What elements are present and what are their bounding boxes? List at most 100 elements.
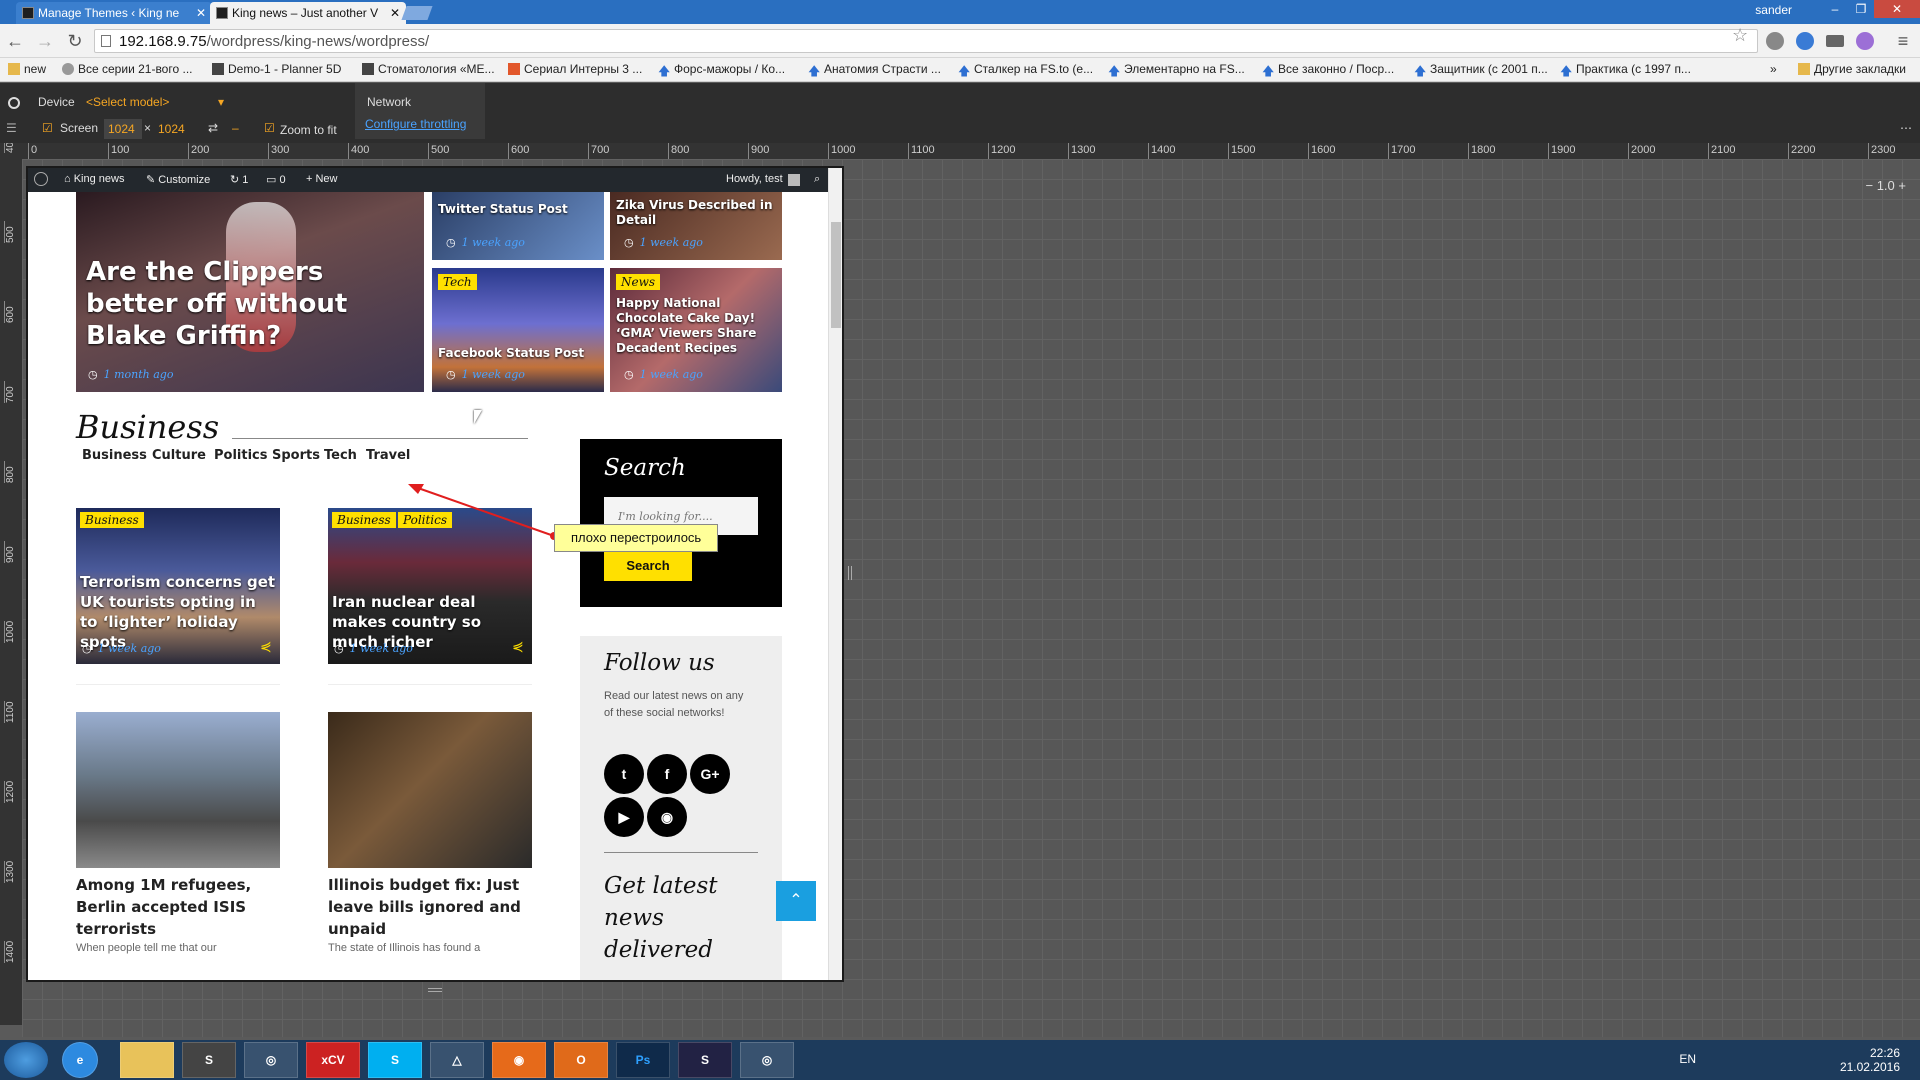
close-window-icon[interactable]: ✕ (1874, 0, 1920, 18)
device-tools-icon[interactable]: ☰ (6, 121, 17, 135)
zoom-to-fit-checkbox[interactable]: ☑ (264, 121, 275, 135)
share-icon[interactable]: ⋞ (512, 638, 524, 655)
wordpress-logo-icon[interactable] (34, 172, 48, 186)
admin-howdy[interactable]: Howdy, test (726, 173, 783, 185)
category-tag[interactable]: Tech (438, 274, 477, 290)
share-icon[interactable]: ⋞ (260, 638, 272, 655)
pen-extension-icon[interactable] (1856, 32, 1874, 50)
bookmark-item[interactable]: 🡅 Форс-мажоры / Ко... (658, 62, 785, 78)
tab-manage-themes[interactable]: Manage Themes ‹ King ne ✕ (16, 2, 212, 24)
bookmark-item[interactable]: Сериал Интерны 3 ... (508, 62, 642, 76)
post-title[interactable]: Illinois budget fix: Just leave bills ig… (328, 874, 532, 940)
post-image[interactable] (76, 712, 280, 868)
restore-icon[interactable]: ❐ (1848, 0, 1874, 18)
chrome-icon[interactable]: ◎ (244, 1042, 298, 1078)
bookmark-item[interactable]: new (8, 62, 46, 76)
category-tag[interactable]: Business (332, 512, 396, 528)
drive-icon[interactable]: △ (430, 1042, 484, 1078)
extension-icon[interactable] (1796, 32, 1814, 50)
back-arrow-icon[interactable]: ← (4, 30, 26, 52)
sublime-icon[interactable]: S (182, 1042, 236, 1078)
post-title[interactable]: Terrorism concerns get UK tourists optin… (80, 572, 276, 652)
post-image[interactable] (328, 712, 532, 868)
post-title[interactable]: Among 1M refugees, Berlin accepted ISIS … (76, 874, 280, 940)
bookmark-star-icon[interactable]: ☆ (1732, 25, 1748, 46)
category-tab-tech[interactable]: Tech (324, 448, 357, 463)
page-scrollbar[interactable] (828, 168, 842, 980)
screen-checkbox[interactable]: ☑ (42, 121, 53, 135)
scrollbar-thumb[interactable] (831, 222, 841, 328)
featured-tile[interactable]: Tech Facebook Status Post 1 week ago (432, 268, 604, 392)
forward-arrow-icon[interactable]: → (34, 30, 56, 52)
featured-tile-title[interactable]: Facebook Status Post (438, 346, 598, 361)
category-tab-politics[interactable]: Politics (214, 448, 268, 463)
admin-updates-link[interactable]: ↻ 1 (230, 173, 248, 186)
other-bookmarks[interactable]: Другие закладки (1798, 62, 1906, 76)
admin-new-link[interactable]: + New (306, 173, 338, 185)
start-button[interactable] (4, 1042, 48, 1078)
explorer-icon[interactable] (120, 1042, 174, 1078)
bookmark-item[interactable]: Стоматология «МЕ... (362, 62, 495, 76)
rss-icon[interactable]: ◉ (647, 797, 687, 837)
language-indicator[interactable]: EN (1679, 1052, 1696, 1066)
category-tab-sports[interactable]: Sports (272, 448, 320, 463)
bookmark-item[interactable]: 🡅 Анатомия Страсти ... (808, 62, 941, 78)
screen-height-input[interactable]: 1024 (154, 119, 192, 139)
model-select[interactable]: <Select model> ▾ (86, 95, 224, 111)
admin-site-link[interactable]: ⌂ King news (64, 173, 124, 185)
featured-tile[interactable]: Zika Virus Described in Detail 1 week ag… (610, 192, 782, 260)
bookmark-item[interactable]: 🡅 Практика (с 1997 п... (1560, 62, 1691, 78)
google-plus-icon[interactable]: G+ (690, 754, 730, 794)
swap-dimensions-icon[interactable]: ⇄ (208, 121, 218, 135)
featured-main-title[interactable]: Are the Clippers better off without Blak… (86, 256, 406, 352)
search-button[interactable]: Search (604, 549, 692, 581)
category-tab-travel[interactable]: Travel (366, 448, 410, 463)
featured-main[interactable]: Are the Clippers better off without Blak… (76, 192, 424, 392)
category-tag[interactable]: Business (80, 512, 144, 528)
admin-search-icon[interactable]: ⌕ (814, 173, 820, 186)
category-tab-business[interactable]: Business (82, 448, 147, 463)
chrome-icon-2[interactable]: ◎ (740, 1042, 794, 1078)
bookmark-item[interactable]: 🡅 Защитник (с 2001 п... (1414, 62, 1548, 78)
featured-tile[interactable]: News Happy National Chocolate Cake Day! … (610, 268, 782, 392)
bookmark-item[interactable]: 🡅 Сталкер на FS.to (е... (958, 62, 1093, 78)
url-text[interactable]: 192.168.9.75/wordpress/king-news/wordpre… (119, 33, 429, 50)
close-tab-icon[interactable]: ✕ (196, 2, 206, 24)
photoshop-icon[interactable]: Ps (616, 1042, 670, 1078)
screen-width-input[interactable]: 1024 (104, 119, 142, 139)
more-options-icon[interactable]: ⋯ (1900, 121, 1912, 135)
category-tag[interactable]: Politics (398, 512, 453, 528)
category-tag[interactable]: News (616, 274, 661, 290)
featured-tile-title[interactable]: Happy National Chocolate Cake Day! ‘GMA’… (616, 296, 776, 356)
viewport-resize-handle-bottom[interactable] (428, 988, 442, 992)
featured-tile-title[interactable]: Zika Virus Described in Detail (616, 198, 776, 228)
new-tab-button[interactable] (401, 6, 433, 20)
bookmark-item[interactable]: Все серии 21-вого ... (62, 62, 192, 76)
post-card[interactable]: Business Terrorism concerns get UK touri… (76, 508, 280, 664)
s-app-icon[interactable]: S (678, 1042, 732, 1078)
minimize-icon[interactable]: – (1822, 0, 1848, 18)
featured-tile[interactable]: Twitter Status Post 1 week ago (432, 192, 604, 260)
close-tab-icon[interactable]: ✕ (390, 2, 400, 24)
address-bar[interactable]: 192.168.9.75/wordpress/king-news/wordpre… (94, 29, 1758, 53)
configure-throttling-link[interactable]: Configure throttling (365, 117, 466, 131)
reload-icon[interactable]: ↻ (64, 30, 86, 52)
featured-tile-title[interactable]: Twitter Status Post (438, 202, 598, 217)
outlook-icon[interactable]: O (554, 1042, 608, 1078)
twitter-icon[interactable]: t (604, 754, 644, 794)
viewport-resize-handle[interactable] (848, 566, 852, 580)
bookmark-item[interactable]: 🡅 Все законно / Поср... (1262, 62, 1394, 78)
facebook-icon[interactable]: f (647, 754, 687, 794)
menu-icon[interactable]: ≡ (1892, 30, 1914, 52)
admin-customize-link[interactable]: ✎ Customize (146, 173, 210, 186)
block-icon[interactable] (8, 97, 20, 109)
abp-extension-icon[interactable] (1766, 32, 1784, 50)
ie-icon[interactable]: e (62, 1042, 98, 1078)
bookmark-item[interactable]: Demo-1 - Planner 5D (212, 62, 341, 76)
bookmark-item[interactable]: 🡅 Элементарно на FS... (1108, 62, 1245, 78)
xcv-icon[interactable]: xCV (306, 1042, 360, 1078)
tab-king-news[interactable]: King news – Just another V ✕ (210, 2, 406, 24)
admin-comments-link[interactable]: ▭ 0 (266, 173, 286, 186)
mail-icon[interactable] (1826, 35, 1844, 47)
avatar[interactable] (788, 174, 800, 186)
